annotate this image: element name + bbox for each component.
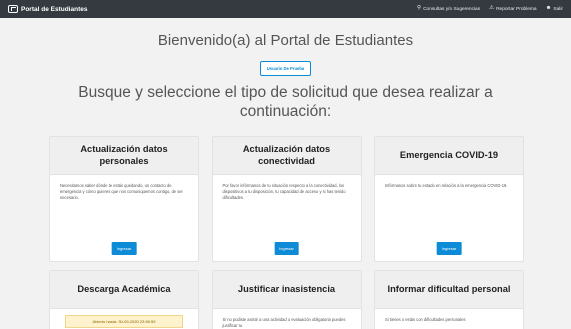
card-title: Emergencia COVID-19	[375, 137, 523, 175]
nav-link-reportar[interactable]: ⚠ Reportar Problema	[489, 6, 536, 12]
request-cards-grid: Actualización datos personales Necesitam…	[49, 136, 524, 329]
nav-link-label: Reportar Problema	[496, 6, 537, 12]
ingresar-button[interactable]: Ingresar	[111, 242, 137, 255]
welcome-heading: Bienvenido(a) al Portal de Estudiantes	[157, 32, 414, 49]
card-text: Necesitamos saber dónde te estás quedand…	[60, 183, 183, 201]
card-justificar-inasistencia: Justificar inasistencia Si no pudiste as…	[211, 270, 362, 329]
card-descarga-academica: Descarga Académica Abierto hasta: 30-09-…	[49, 270, 199, 329]
ingresar-button[interactable]: Ingresar	[436, 242, 462, 255]
portal-logo-icon	[8, 5, 18, 13]
warning-icon: ⚠	[489, 5, 495, 12]
card-title: Informar dificultad personal	[375, 271, 523, 309]
nav-link-salir[interactable]: ☻ Salir	[546, 6, 563, 12]
card-datos-personales: Actualización datos personales Necesitam…	[49, 136, 199, 262]
status-badge: Abierto hasta: 30-09-2020 23:59:59	[65, 315, 183, 328]
nav-link-label: Consultas y/o Sugerencias	[423, 6, 481, 12]
nav-link-consultas[interactable]: ⚲ Consultas y/o Sugerencias	[417, 6, 480, 12]
top-navbar: Portal de Estudiantes ⚲ Consultas y/o Su…	[0, 0, 571, 18]
user-icon: ☻	[545, 5, 552, 12]
card-text: Si no pudiste asistir a una actividad o …	[222, 317, 346, 329]
card-text: Si tienes o estás con dificultades perso…	[385, 317, 466, 322]
card-title: Actualización datos personales	[50, 137, 198, 175]
card-title: Justificar inasistencia	[212, 271, 361, 309]
nav-link-label: Salir	[553, 6, 563, 12]
brand-link[interactable]: Portal de Estudiantes	[8, 5, 87, 13]
user-button[interactable]: Usuario De Prueba	[259, 61, 312, 76]
card-datos-conectividad: Actualización datos conectividad Por fav…	[211, 136, 362, 262]
card-emergencia-covid: Emergencia COVID-19 Infórmanos sobre tu …	[374, 136, 524, 262]
nav-links: ⚲ Consultas y/o Sugerencias ⚠ Reportar P…	[417, 6, 563, 12]
card-text: Por favor infórmanos de tu situación res…	[222, 183, 346, 201]
brand-name: Portal de Estudiantes	[21, 5, 88, 13]
card-title: Descarga Académica	[50, 271, 198, 309]
card-text: Infórmanos sobre tu estado en relación a…	[385, 183, 508, 188]
map-marker-icon: ⚲	[417, 5, 422, 12]
ingresar-button[interactable]: Ingresar	[274, 242, 299, 255]
card-dificultad-personal: Informar dificultad personal Si tienes o…	[374, 270, 524, 329]
card-title: Actualización datos conectividad	[212, 137, 361, 175]
instructions-heading: Busque y seleccione el tipo de solicitud…	[78, 84, 493, 120]
